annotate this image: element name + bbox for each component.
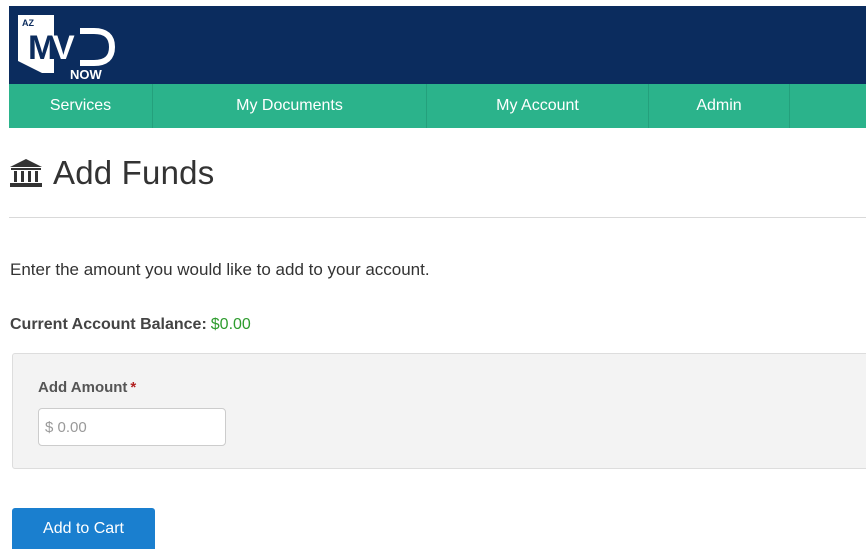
balance-label: Current Account Balance: xyxy=(10,316,207,333)
current-balance: Current Account Balance: $0.00 xyxy=(10,316,251,334)
balance-value: $0.00 xyxy=(210,316,251,333)
svg-text:NOW: NOW xyxy=(70,67,103,81)
bank-icon xyxy=(9,158,43,188)
nav-item-services[interactable]: Services xyxy=(9,84,153,128)
nav-item-admin[interactable]: Admin xyxy=(649,84,790,128)
add-amount-label-text: Add Amount xyxy=(38,379,128,396)
site-header: AZ M V NOW xyxy=(9,6,866,84)
title-divider xyxy=(9,217,866,218)
add-to-cart-button[interactable]: Add to Cart xyxy=(12,508,155,549)
instructions-text: Enter the amount you would like to add t… xyxy=(10,260,430,279)
nav-item-my-account[interactable]: My Account xyxy=(427,84,649,128)
add-amount-panel: Add Amount * xyxy=(12,353,866,469)
main-nav: Services My Documents My Account Admin xyxy=(9,84,866,128)
add-amount-label: Add Amount * xyxy=(38,379,136,396)
svg-text:V: V xyxy=(52,29,75,67)
page-title-row: Add Funds xyxy=(9,150,214,196)
required-marker: * xyxy=(130,379,137,396)
arizona-logo-icon: AZ M V NOW xyxy=(18,15,116,81)
add-amount-input[interactable] xyxy=(38,408,226,446)
nav-item-my-documents[interactable]: My Documents xyxy=(153,84,427,128)
page: AZ M V NOW Services My Documents My Acco… xyxy=(0,0,866,549)
mvd-now-logo[interactable]: AZ M V NOW xyxy=(14,11,124,81)
page-title: Add Funds xyxy=(53,154,215,191)
svg-text:AZ: AZ xyxy=(22,18,34,28)
